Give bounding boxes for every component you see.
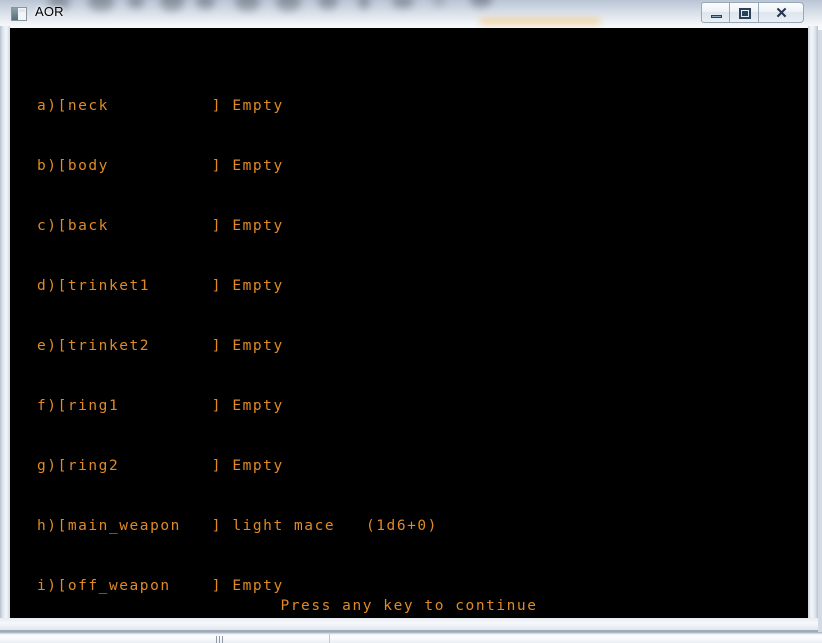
equipment-slot: [trinket2 ] xyxy=(57,338,223,354)
console-window-icon xyxy=(11,7,27,21)
equipment-spacer xyxy=(222,218,232,234)
equipment-key: e) xyxy=(37,338,58,354)
equipment-spacer xyxy=(222,278,232,294)
equipment-key: i) xyxy=(37,578,58,594)
equipment-row[interactable]: e)[trinket2 ] Empty xyxy=(37,336,438,356)
equipment-slot: [main_weapon ] xyxy=(57,518,223,534)
equipment-item: Empty xyxy=(232,278,284,294)
equipment-key: d) xyxy=(37,278,58,294)
window-titlebar[interactable]: AOR ✕ xyxy=(0,0,818,28)
equipment-key: c) xyxy=(37,218,58,234)
equipment-row[interactable]: b)[body ] Empty xyxy=(37,156,438,176)
resize-grip-icon[interactable] xyxy=(216,636,225,643)
equipment-slot: [neck ] xyxy=(57,98,223,114)
taskbar-separator xyxy=(0,633,822,634)
caption-button-group: ✕ xyxy=(701,2,804,23)
equipment-slot: [trinket1 ] xyxy=(57,278,223,294)
equipment-slot: [body ] xyxy=(57,158,223,174)
equipment-row[interactable]: f)[ring1 ] Empty xyxy=(37,396,438,416)
close-icon: ✕ xyxy=(775,5,788,22)
equipment-row[interactable]: c)[back ] Empty xyxy=(37,216,438,236)
taskbar-divider xyxy=(329,634,330,643)
equipment-item: Empty xyxy=(232,218,284,234)
equipment-row[interactable]: i)[off_weapon ] Empty xyxy=(37,576,438,596)
equipment-item: Empty xyxy=(232,578,284,594)
equipment-spacer xyxy=(222,398,232,414)
equipment-spacer xyxy=(222,518,232,534)
window-border-right xyxy=(808,26,818,626)
equipment-list: a)[neck ] Empty b)[body ] Empty c)[back … xyxy=(37,56,438,618)
equipment-item: Empty xyxy=(232,338,284,354)
equipment-spacer xyxy=(222,98,232,114)
equipment-spacer xyxy=(222,578,232,594)
screenshot-root: AOR ✕ a)[neck ] Empty b)[body] Empty c)… xyxy=(0,0,822,643)
equipment-item: Empty xyxy=(232,98,284,114)
equipment-row[interactable]: h)[main_weapon ] light mace (1d6+0) xyxy=(37,516,438,536)
press-any-key-prompt[interactable]: Press any key to continue xyxy=(10,596,808,616)
equipment-item: Empty xyxy=(232,398,284,414)
console-output-area[interactable]: a)[neck ] Empty b)[body ] Empty c)[back … xyxy=(10,28,808,618)
application-window: AOR ✕ a)[neck ] Empty b)[body] Empty c)… xyxy=(0,0,818,632)
equipment-slot: [ring1 ] xyxy=(57,398,223,414)
window-title: AOR xyxy=(35,4,64,19)
equipment-item: Empty xyxy=(232,158,284,174)
equipment-row[interactable]: d)[trinket1 ] Empty xyxy=(37,276,438,296)
equipment-slot: [back ] xyxy=(57,218,223,234)
equipment-slot: [off_weapon ] xyxy=(57,578,223,594)
maximize-button[interactable] xyxy=(730,2,759,23)
equipment-item: Empty xyxy=(232,458,284,474)
equipment-item: light mace xyxy=(232,518,336,534)
minimize-icon xyxy=(711,15,722,18)
equipment-gap xyxy=(335,518,366,534)
equipment-extra: (1d6+0) xyxy=(365,518,438,534)
equipment-spacer xyxy=(222,338,232,354)
equipment-row[interactable]: g)[ring2 ] Empty xyxy=(37,456,438,476)
equipment-spacer xyxy=(222,158,232,174)
window-border-left xyxy=(0,26,10,626)
desktop-taskbar[interactable] xyxy=(0,632,822,643)
equipment-slot: [ring2 ] xyxy=(57,458,223,474)
equipment-spacer xyxy=(222,458,232,474)
equipment-key: f) xyxy=(37,398,58,414)
maximize-icon xyxy=(739,8,751,19)
equipment-key: a) xyxy=(37,98,58,114)
equipment-key: b) xyxy=(37,158,58,174)
close-button[interactable]: ✕ xyxy=(759,2,804,23)
equipment-row[interactable]: a)[neck ] Empty xyxy=(37,96,438,116)
equipment-key: g) xyxy=(37,458,58,474)
minimize-button[interactable] xyxy=(701,2,730,23)
equipment-key: h) xyxy=(37,518,58,534)
